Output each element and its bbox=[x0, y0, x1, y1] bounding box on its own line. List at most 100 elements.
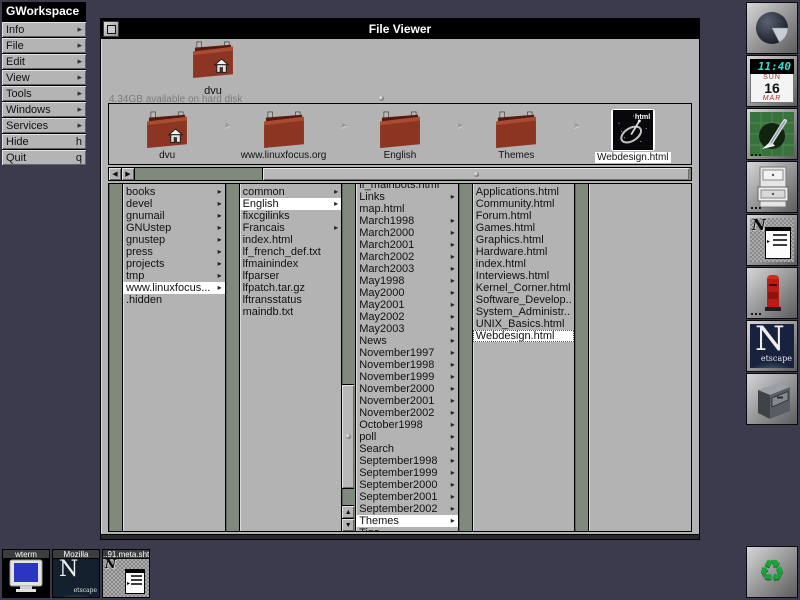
vertical-scroll-knob[interactable] bbox=[342, 384, 354, 489]
list-item[interactable]: Applications.html bbox=[473, 186, 575, 198]
current-folder[interactable]: dvu bbox=[185, 41, 241, 97]
dock-tile-file-cabinet[interactable] bbox=[746, 161, 798, 213]
list-item[interactable]: March2000▸ bbox=[356, 227, 458, 239]
list-item[interactable]: News▸ bbox=[356, 335, 458, 347]
list-item[interactable]: May1998▸ bbox=[356, 275, 458, 287]
dock-tile-mail-postbox[interactable] bbox=[746, 267, 798, 319]
list-item[interactable]: tmp▸ bbox=[123, 270, 225, 282]
list-item[interactable]: November2001▸ bbox=[356, 395, 458, 407]
list-item[interactable]: November1999▸ bbox=[356, 371, 458, 383]
miniwindow-wterm[interactable]: wterm bbox=[2, 549, 50, 598]
list-item[interactable]: System_Administr... bbox=[473, 306, 575, 318]
miniwindow-mozilla[interactable]: MozillaNetscape bbox=[52, 549, 100, 598]
list-item[interactable]: books▸ bbox=[123, 186, 225, 198]
list-item[interactable]: September1999▸ bbox=[356, 467, 458, 479]
list-item[interactable]: November1998▸ bbox=[356, 359, 458, 371]
list-item[interactable]: projects▸ bbox=[123, 258, 225, 270]
list-item[interactable]: September2000▸ bbox=[356, 479, 458, 491]
list-item[interactable]: March2001▸ bbox=[356, 239, 458, 251]
list-item[interactable]: September1998▸ bbox=[356, 455, 458, 467]
list-item[interactable]: Themes▸ bbox=[356, 515, 458, 527]
list-item[interactable]: May2003▸ bbox=[356, 323, 458, 335]
list-item[interactable]: fixcgilinks bbox=[240, 210, 342, 222]
dock-tile-gnustep-sphere[interactable] bbox=[746, 2, 798, 54]
list-item[interactable]: gnumail▸ bbox=[123, 210, 225, 222]
shelf-resize-dimple[interactable] bbox=[379, 96, 384, 101]
list-item[interactable]: Graphics.html bbox=[473, 234, 575, 246]
dock-tile-drawer-cabinet[interactable] bbox=[746, 373, 798, 425]
list-item[interactable]: www.linuxfocus...▸ bbox=[123, 282, 225, 294]
list-item[interactable]: map.html bbox=[356, 203, 458, 215]
miniwindow--91-meta-shtml[interactable]: ..91.meta.shtmlN▸ bbox=[102, 549, 150, 598]
list-item[interactable]: Links▸ bbox=[356, 191, 458, 203]
list-item[interactable]: Software_Develop... bbox=[473, 294, 575, 306]
list-item[interactable]: November2002▸ bbox=[356, 407, 458, 419]
shelf-item-english[interactable]: English▸ bbox=[342, 104, 458, 164]
menu-item-view[interactable]: View▸ bbox=[2, 70, 86, 85]
list-item[interactable]: Tips▸ bbox=[356, 527, 458, 531]
list-item[interactable]: March2003▸ bbox=[356, 263, 458, 275]
list-item[interactable]: lfmainindex bbox=[240, 258, 342, 270]
list-item[interactable]: Interviews.html bbox=[473, 270, 575, 282]
list-item[interactable]: November2000▸ bbox=[356, 383, 458, 395]
scroll-right-button[interactable]: ▶ bbox=[122, 168, 135, 180]
miniaturize-button[interactable] bbox=[103, 21, 119, 37]
list-item[interactable]: October1998▸ bbox=[356, 419, 458, 431]
list-item[interactable]: GNUstep▸ bbox=[123, 222, 225, 234]
list-item[interactable]: lftransstatus bbox=[240, 294, 342, 306]
list-item[interactable]: UNIX_Basics.html bbox=[473, 318, 575, 330]
scroll-up-button[interactable]: ▲ bbox=[342, 505, 354, 518]
list-item[interactable]: gnustep▸ bbox=[123, 234, 225, 246]
list-item[interactable]: Kernel_Corner.html bbox=[473, 282, 575, 294]
list-item[interactable]: March1998▸ bbox=[356, 215, 458, 227]
menu-item-hide[interactable]: Hideh bbox=[2, 134, 86, 149]
list-item[interactable]: May2000▸ bbox=[356, 287, 458, 299]
window-titlebar[interactable]: File Viewer bbox=[101, 19, 699, 39]
list-item[interactable]: November1997▸ bbox=[356, 347, 458, 359]
list-item[interactable]: devel▸ bbox=[123, 198, 225, 210]
resize-bar[interactable] bbox=[101, 534, 699, 539]
menu-item-windows[interactable]: Windows▸ bbox=[2, 102, 86, 117]
dock-tile-document-edit-app[interactable]: N▸ bbox=[746, 214, 798, 266]
list-item[interactable]: Community.html bbox=[473, 198, 575, 210]
column-3-scrollbar[interactable]: ▲▼ bbox=[342, 184, 356, 531]
list-item[interactable]: English▸ bbox=[240, 198, 342, 210]
list-item[interactable]: lfparser bbox=[240, 270, 342, 282]
horizontal-scroll-knob[interactable] bbox=[262, 168, 689, 180]
list-item[interactable]: Search▸ bbox=[356, 443, 458, 455]
menu-item-services[interactable]: Services▸ bbox=[2, 118, 86, 133]
list-item[interactable]: Hardware.html bbox=[473, 246, 575, 258]
list-item[interactable]: maindb.txt bbox=[240, 306, 342, 318]
list-item[interactable]: Forum.html bbox=[473, 210, 575, 222]
shelf-item-themes[interactable]: Themes▸ bbox=[458, 104, 574, 164]
list-item[interactable]: Webdesign.html bbox=[473, 330, 575, 342]
list-item[interactable]: common▸ bbox=[240, 186, 342, 198]
list-item[interactable]: Games.html bbox=[473, 222, 575, 234]
list-item[interactable]: Francais▸ bbox=[240, 222, 342, 234]
list-item[interactable]: lf_mainbots.html bbox=[356, 184, 458, 191]
menu-item-file[interactable]: File▸ bbox=[2, 38, 86, 53]
menu-item-info[interactable]: Info▸ bbox=[2, 22, 86, 37]
list-item[interactable]: May2002▸ bbox=[356, 311, 458, 323]
menu-title[interactable]: GWorkspace bbox=[2, 2, 86, 21]
shelf-item-www.linuxfocus.org[interactable]: www.linuxfocus.org▸ bbox=[225, 104, 341, 164]
dock-tile-recycler[interactable]: ♻ bbox=[746, 546, 798, 598]
list-item[interactable]: .hidden bbox=[123, 294, 225, 306]
scroll-left-button[interactable]: ◀ bbox=[109, 168, 122, 180]
scroll-down-button[interactable]: ▼ bbox=[342, 518, 354, 531]
menu-item-edit[interactable]: Edit▸ bbox=[2, 54, 86, 69]
list-item[interactable]: poll▸ bbox=[356, 431, 458, 443]
list-item[interactable]: index.html bbox=[240, 234, 342, 246]
list-item[interactable]: March2002▸ bbox=[356, 251, 458, 263]
dock-tile-paint-app[interactable] bbox=[746, 108, 798, 160]
list-item[interactable]: index.html bbox=[473, 258, 575, 270]
list-item[interactable]: May2001▸ bbox=[356, 299, 458, 311]
list-item[interactable]: lfpatch.tar.gz bbox=[240, 282, 342, 294]
menu-item-tools[interactable]: Tools▸ bbox=[2, 86, 86, 101]
dock-tile-clock-calendar[interactable]: 11:40SUN16MAR bbox=[746, 55, 798, 107]
list-item[interactable]: press▸ bbox=[123, 246, 225, 258]
list-item[interactable]: September2001▸ bbox=[356, 491, 458, 503]
shelf-item-dvu[interactable]: dvu▸ bbox=[109, 104, 225, 164]
menu-item-quit[interactable]: Quitq bbox=[2, 150, 86, 165]
shelf-item-webdesign.html[interactable]: htmlWebdesign.html bbox=[575, 104, 691, 164]
